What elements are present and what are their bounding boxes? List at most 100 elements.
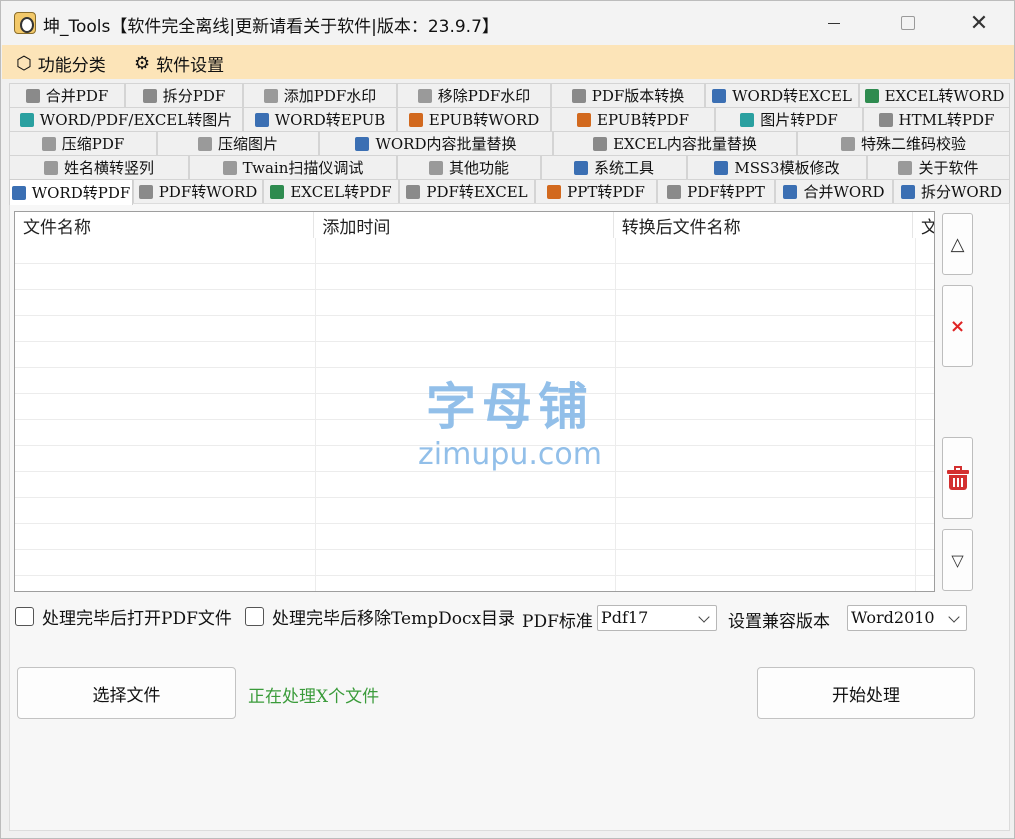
pdf-icon xyxy=(571,88,586,103)
menu-bar: ⬡ 功能分类 ⚙ 软件设置 xyxy=(2,45,1014,79)
word-icon xyxy=(11,185,26,200)
tab-label: EXCEL转PDF xyxy=(290,183,392,201)
tab-label: PDF转WORD xyxy=(158,183,258,201)
tab-label: EPUB转PDF xyxy=(597,111,689,129)
remove-temp-after-checkbox[interactable]: 处理完毕后移除TempDocx目录 xyxy=(245,604,515,629)
tab-compress-pdf[interactable]: 压缩PDF xyxy=(9,131,157,155)
column-divider xyxy=(615,238,616,591)
status-text: 正在处理X个文件 xyxy=(248,687,380,707)
minimize-button[interactable] xyxy=(811,7,857,39)
tab-label: EXCEL内容批量替换 xyxy=(613,135,757,153)
tab-about[interactable]: 关于软件 xyxy=(867,155,1010,179)
word-icon xyxy=(254,112,269,127)
tab-label: 移除PDF水印 xyxy=(437,87,531,105)
start-process-button[interactable]: 开始处理 xyxy=(757,667,975,719)
tab-row-1: 合并PDF 拆分PDF 添加PDF水印 移除PDF水印 PDF版本转换 WORD… xyxy=(9,83,1010,107)
excel-icon xyxy=(864,88,879,103)
tab-label: WORD转PDF xyxy=(31,184,131,202)
merge-icon xyxy=(25,88,40,103)
compress-icon xyxy=(197,136,212,151)
tab-pdf-to-excel[interactable]: PDF转EXCEL xyxy=(399,179,535,203)
tab-label: WORD/PDF/EXCEL转图片 xyxy=(39,111,233,129)
tab-compress-image[interactable]: 压缩图片 xyxy=(157,131,319,155)
trash-icon xyxy=(946,466,969,490)
open-pdf-after-checkbox[interactable]: 处理完毕后打开PDF文件 xyxy=(15,604,232,629)
watermark: 字母铺 zimupu.com xyxy=(405,367,615,472)
remove-item-button[interactable]: × xyxy=(942,285,973,367)
tab-label: EXCEL转WORD xyxy=(884,87,1005,105)
compat-version-select[interactable]: Word2010 xyxy=(847,605,967,631)
column-header-overflow[interactable]: 文 xyxy=(913,212,934,238)
tab-excel-batch-replace[interactable]: EXCEL内容批量替换 xyxy=(553,131,797,155)
tab-label: 系统工具 xyxy=(593,159,654,177)
tab-label: PDF版本转换 xyxy=(591,87,685,105)
tab-ppt-to-pdf[interactable]: PPT转PDF xyxy=(535,179,657,203)
tab-pdf-to-word[interactable]: PDF转WORD xyxy=(133,179,263,203)
maximize-button[interactable] xyxy=(885,7,931,39)
tab-pdf-to-ppt[interactable]: PDF转PPT xyxy=(657,179,775,203)
tab-label: EPUB转WORD xyxy=(428,111,540,129)
file-list-grid[interactable]: 文件名称 添加时间 转换后文件名称 文 字母铺 zimupu.com xyxy=(14,211,935,592)
pdf-icon xyxy=(667,184,682,199)
tab-name-horizontal-to-vertical[interactable]: 姓名横转竖列 xyxy=(9,155,189,179)
tab-label: 关于软件 xyxy=(918,159,979,177)
watermark-icon xyxy=(263,88,278,103)
column-header-file-name[interactable]: 文件名称 xyxy=(15,212,315,238)
tab-merge-word[interactable]: 合并WORD xyxy=(775,179,893,203)
gear-icon: ⚙ xyxy=(134,53,151,74)
info-icon xyxy=(898,160,913,175)
tab-word-batch-replace[interactable]: WORD内容批量替换 xyxy=(319,131,553,155)
tab-label: PPT转PDF xyxy=(567,183,645,201)
minimize-icon xyxy=(828,22,840,24)
tab-pdf-version-convert[interactable]: PDF版本转换 xyxy=(551,83,705,107)
tab-word-to-excel[interactable]: WORD转EXCEL xyxy=(705,83,859,107)
menu-function-category[interactable]: ⬡ 功能分类 xyxy=(16,51,106,76)
checkbox-box[interactable] xyxy=(15,607,34,626)
gear-icon xyxy=(714,160,729,175)
choose-file-button[interactable]: 选择文件 xyxy=(17,667,236,719)
pdf-standard-select[interactable]: Pdf17 xyxy=(597,605,717,631)
tab-mss3-template[interactable]: MSS3模板修改 xyxy=(687,155,867,179)
tab-other-functions[interactable]: 其他功能 xyxy=(397,155,541,179)
close-button[interactable]: ✕ xyxy=(956,7,1002,39)
tab-doc-to-image[interactable]: WORD/PDF/EXCEL转图片 xyxy=(9,107,243,131)
image-icon xyxy=(19,112,34,127)
tab-label: 添加PDF水印 xyxy=(283,87,377,105)
tab-epub-to-pdf[interactable]: EPUB转PDF xyxy=(551,107,715,131)
tab-split-pdf[interactable]: 拆分PDF xyxy=(125,83,243,107)
checkbox-box[interactable] xyxy=(245,607,264,626)
tab-add-pdf-watermark[interactable]: 添加PDF水印 xyxy=(243,83,397,107)
tab-twain-scanner[interactable]: Twain扫描仪调试 xyxy=(189,155,397,179)
tab-system-tools[interactable]: 系统工具 xyxy=(541,155,687,179)
tab-merge-pdf[interactable]: 合并PDF xyxy=(9,83,125,107)
tab-label: 特殊二维码校验 xyxy=(860,135,966,153)
menu-label: 功能分类 xyxy=(37,56,106,76)
tab-excel-to-pdf[interactable]: EXCEL转PDF xyxy=(263,179,399,203)
tab-excel-to-word[interactable]: EXCEL转WORD xyxy=(859,83,1010,107)
move-up-button[interactable]: △ xyxy=(942,213,973,275)
function-tabs: 合并PDF 拆分PDF 添加PDF水印 移除PDF水印 PDF版本转换 WORD… xyxy=(9,83,1010,205)
tab-image-to-pdf[interactable]: 图片转PDF xyxy=(715,107,863,131)
menu-software-settings[interactable]: ⚙ 软件设置 xyxy=(134,51,224,76)
column-divider xyxy=(915,238,916,591)
app-logo-icon xyxy=(14,12,36,34)
column-header-add-time[interactable]: 添加时间 xyxy=(314,212,614,238)
tab-remove-pdf-watermark[interactable]: 移除PDF水印 xyxy=(397,83,551,107)
tab-label: 压缩PDF xyxy=(61,135,125,153)
tab-epub-to-word[interactable]: EPUB转WORD xyxy=(397,107,551,131)
image-icon xyxy=(740,112,755,127)
tab-row-5: WORD转PDF PDF转WORD EXCEL转PDF PDF转EXCEL PP… xyxy=(9,179,1010,205)
column-header-converted-name[interactable]: 转换后文件名称 xyxy=(614,212,914,238)
tab-label: WORD转EPUB xyxy=(274,111,386,129)
tab-html-to-pdf[interactable]: HTML转PDF xyxy=(863,107,1010,131)
tab-word-to-pdf[interactable]: WORD转PDF xyxy=(9,179,133,205)
tab-qrcode-check[interactable]: 特殊二维码校验 xyxy=(797,131,1010,155)
clear-list-button[interactable] xyxy=(942,437,973,519)
move-down-button[interactable]: ▽ xyxy=(942,529,973,591)
excel-icon xyxy=(593,136,608,151)
cube-icon: ⬡ xyxy=(16,53,32,74)
tab-word-to-epub[interactable]: WORD转EPUB xyxy=(243,107,397,131)
tab-split-word[interactable]: 拆分WORD xyxy=(893,179,1010,203)
menu-label: 软件设置 xyxy=(156,56,225,76)
tab-label: MSS3模板修改 xyxy=(734,159,840,177)
